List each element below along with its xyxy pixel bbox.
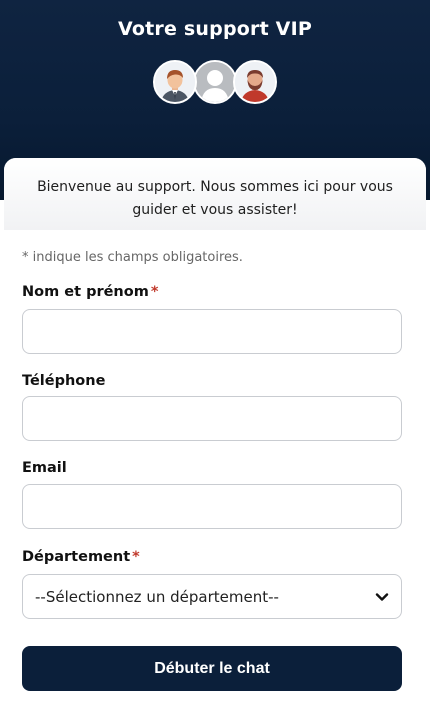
department-label-text: Département: [22, 549, 131, 565]
email-input[interactable]: [22, 484, 402, 529]
required-star: *: [132, 549, 140, 565]
welcome-message: Bienvenue au support. Nous sommes ici po…: [4, 158, 426, 230]
required-fields-note: * indique les champs obligatoires.: [22, 250, 243, 265]
avatar-agent-male: [153, 60, 197, 104]
avatar-agent-bearded: [233, 60, 277, 104]
department-label: Département *: [22, 549, 140, 565]
chevron-down-icon: [375, 592, 389, 601]
phone-input[interactable]: [22, 396, 402, 441]
start-chat-button[interactable]: Débuter le chat: [22, 646, 402, 691]
email-label: Email: [22, 460, 67, 476]
agent-avatars: [153, 60, 278, 106]
required-star: *: [150, 284, 159, 300]
header-title: Votre support VIP: [118, 18, 312, 40]
name-label-text: Nom et prénom: [22, 284, 149, 300]
name-label: Nom et prénom *: [22, 284, 158, 300]
phone-label: Téléphone: [22, 373, 106, 389]
support-form-card: Bienvenue au support. Nous sommes ici po…: [4, 158, 426, 703]
name-input[interactable]: [22, 309, 402, 354]
department-select[interactable]: --Sélectionnez un département--: [22, 574, 402, 619]
avatar-placeholder: [193, 60, 237, 104]
department-select-value: --Sélectionnez un département--: [35, 587, 279, 606]
